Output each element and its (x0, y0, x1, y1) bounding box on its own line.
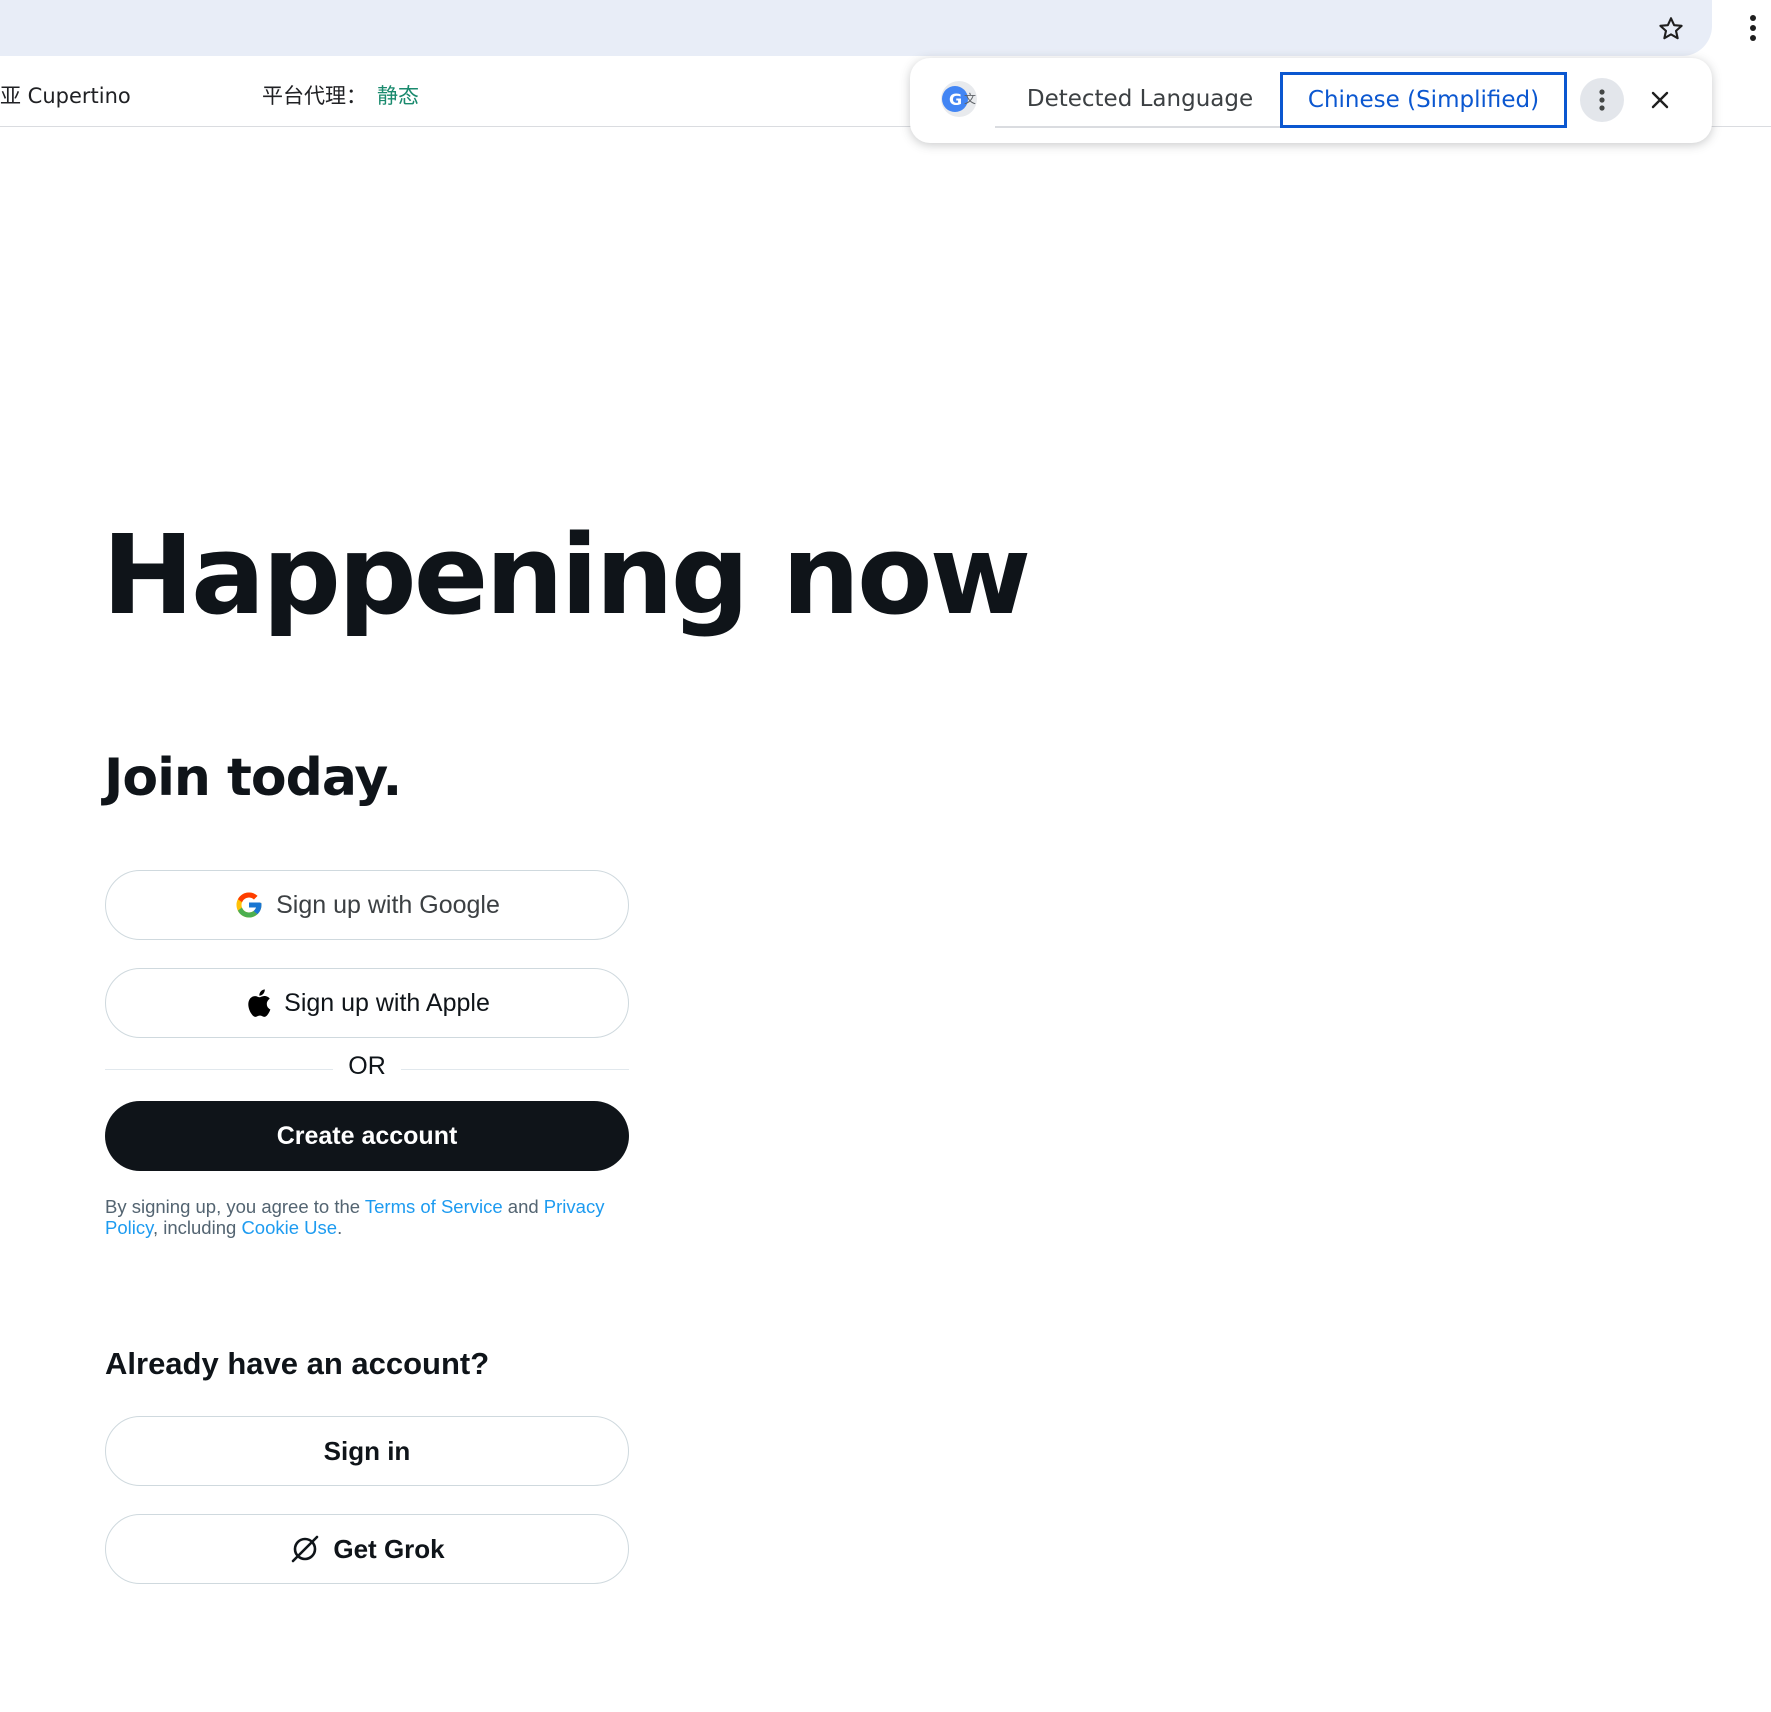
sign-up-google-label: Sign up with Google (276, 890, 500, 919)
translate-close-button[interactable] (1638, 78, 1682, 122)
bookmark-star-button[interactable] (1654, 12, 1688, 46)
create-account-button[interactable]: Create account (105, 1101, 629, 1171)
star-icon (1659, 17, 1683, 40)
sign-up-apple-button[interactable]: Sign up with Apple (105, 968, 629, 1038)
apple-icon (244, 987, 272, 1019)
already-have-account-heading: Already have an account? (105, 1346, 490, 1381)
legal-including: , including (152, 1217, 242, 1238)
terms-of-service-link[interactable]: Terms of Service (365, 1196, 503, 1217)
proxy-value: 静态 (377, 84, 419, 108)
svg-text:文: 文 (964, 91, 976, 106)
location-label: 亚 Cupertino (0, 84, 131, 108)
divider-line-left (105, 1069, 333, 1070)
legal-prefix: By signing up, you agree to the (105, 1196, 365, 1217)
translate-popup: G 文 Detected Language Chinese (Simplifie… (910, 58, 1712, 143)
translate-options-button[interactable] (1580, 78, 1624, 122)
browser-menu-button[interactable] (1740, 8, 1766, 48)
close-icon (1651, 91, 1669, 109)
omnibox-strip (0, 0, 1712, 56)
or-divider: OR (105, 1052, 629, 1086)
google-translate-icon: G 文 (941, 81, 977, 117)
legal-suffix: . (337, 1217, 343, 1238)
more-vert-icon (1599, 89, 1605, 111)
cookie-use-link[interactable]: Cookie Use (241, 1217, 337, 1238)
sign-in-label: Sign in (323, 1435, 411, 1466)
proxy-status: 平台代理： 静态 (262, 80, 419, 110)
get-grok-label: Get Grok (333, 1533, 445, 1564)
grok-icon (289, 1533, 321, 1565)
tab-chinese-simplified[interactable]: Chinese (Simplified) (1280, 72, 1567, 128)
get-grok-button[interactable]: Get Grok (105, 1514, 629, 1584)
or-label: OR (348, 1052, 386, 1080)
kebab-menu-icon (1750, 15, 1756, 41)
divider-line-right (401, 1069, 629, 1070)
sign-up-google-button[interactable]: Sign up with Google (105, 870, 629, 940)
sign-in-button[interactable]: Sign in (105, 1416, 629, 1486)
join-heading: Join today. (104, 748, 402, 808)
google-g-icon (234, 890, 264, 920)
proxy-label: 平台代理： (262, 84, 367, 108)
tab-detected-language[interactable]: Detected Language (995, 72, 1285, 128)
page-headline: Happening now (102, 511, 1031, 639)
sign-up-apple-label: Sign up with Apple (284, 988, 490, 1017)
svg-text:G: G (949, 90, 962, 109)
legal-and: and (502, 1196, 544, 1217)
legal-disclaimer: By signing up, you agree to the Terms of… (105, 1196, 631, 1238)
